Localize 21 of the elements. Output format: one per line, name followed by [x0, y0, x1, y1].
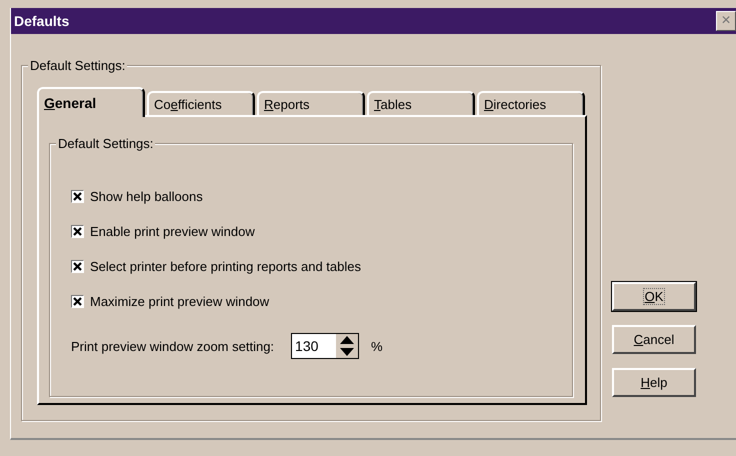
- group-label: Default Settings:: [56, 136, 156, 151]
- checkbox[interactable]: [71, 295, 84, 308]
- tab[interactable]: Directories: [477, 91, 585, 115]
- checkbox-label: Enable print preview window: [90, 224, 255, 239]
- dialog-button[interactable]: Cancel: [612, 325, 696, 354]
- tab[interactable]: General: [37, 87, 145, 117]
- checkbox-label: Select printer before printing reports and tables: [90, 259, 361, 274]
- unit-label: %: [371, 338, 383, 354]
- checkbox[interactable]: [71, 190, 84, 203]
- tab[interactable]: Reports: [257, 91, 365, 115]
- checkbox[interactable]: [71, 225, 84, 238]
- dialog-button[interactable]: OK: [612, 282, 696, 311]
- window-title: Defaults: [14, 13, 70, 29]
- checkbox[interactable]: [71, 260, 84, 273]
- field-label: Print preview window zoom setting:: [71, 338, 274, 354]
- group-label: Default Settings:: [28, 58, 128, 73]
- tab[interactable]: Tables: [367, 91, 475, 115]
- tab[interactable]: Coefficients: [147, 91, 255, 115]
- checkbox-label: Maximize print preview window: [90, 294, 270, 309]
- dialog-button[interactable]: Help: [612, 368, 696, 397]
- checkbox-label: Show help balloons: [90, 189, 203, 204]
